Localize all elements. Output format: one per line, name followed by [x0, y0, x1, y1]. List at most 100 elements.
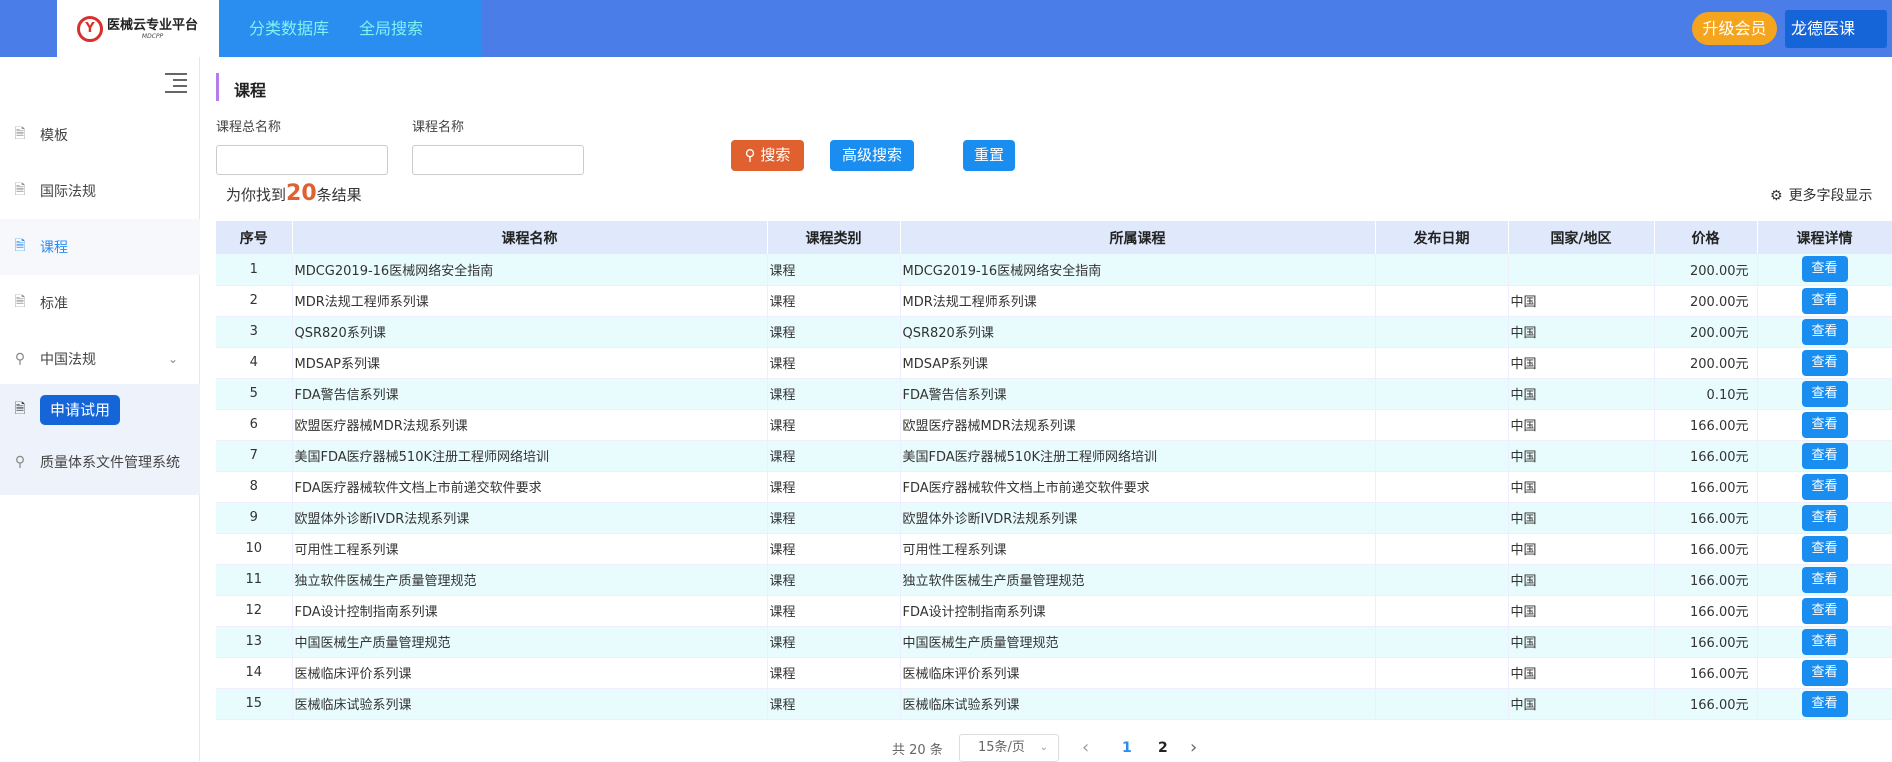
course-name-cell: MDSAP系列课 — [292, 347, 768, 379]
sidebar-item-china-regulations[interactable]: ⚲ 中国法规 ⌄ — [0, 331, 200, 387]
column-header[interactable]: 发布日期 — [1375, 221, 1509, 254]
country-cell: 中国 — [1508, 378, 1655, 410]
apply-trial-button[interactable]: 申请试用 — [40, 395, 121, 425]
row-index: 8 — [216, 471, 293, 503]
country-cell — [1508, 254, 1655, 286]
column-header[interactable]: 价格 — [1654, 221, 1758, 254]
publish-date-cell — [1375, 688, 1509, 720]
column-header[interactable]: 所属课程 — [900, 221, 1376, 254]
pager-prev-button[interactable]: ‹ — [1082, 734, 1089, 762]
price-cell: 166.00元 — [1654, 595, 1758, 627]
sidebar-item-international-regulations[interactable]: 🗎 国际法规 — [0, 163, 200, 219]
view-button[interactable]: 查看 — [1801, 535, 1848, 562]
publish-date-cell — [1375, 378, 1509, 410]
pager-page-1[interactable]: 1 — [1122, 734, 1132, 762]
sidebar-item-apply-trial[interactable]: 🗎 申请试用 — [0, 382, 200, 438]
table-row: 12 FDA设计控制指南系列课 课程 FDA设计控制指南系列课 中国 166.00元 查看 — [216, 595, 1892, 627]
logo[interactable]: Y 医械云专业平台 MDCPP — [57, 0, 219, 57]
sidebar-item-courses[interactable]: 🗎 课程 — [0, 219, 200, 275]
column-header[interactable]: 课程名称 — [292, 221, 768, 254]
course-category-cell: 课程 — [767, 595, 901, 627]
view-button[interactable]: 查看 — [1801, 349, 1848, 376]
search-button[interactable]: ⚲ 搜索 — [731, 140, 804, 171]
course-name-input[interactable] — [412, 145, 584, 175]
tab-category-database[interactable]: 分类数据库 — [219, 0, 359, 57]
view-button[interactable]: 查看 — [1801, 256, 1848, 283]
view-button[interactable]: 查看 — [1801, 597, 1848, 624]
price-cell: 166.00元 — [1654, 502, 1758, 534]
view-button[interactable]: 查看 — [1801, 690, 1848, 717]
advanced-search-button[interactable]: 高级搜索 — [830, 140, 914, 171]
document-icon: 🗎 — [14, 126, 26, 142]
parent-course-cell: 中国医械生产质量管理规范 — [900, 626, 1376, 658]
view-button[interactable]: 查看 — [1801, 411, 1848, 438]
location-icon: ⚲ — [14, 454, 26, 470]
view-button[interactable]: 查看 — [1801, 442, 1848, 469]
course-total-name-input[interactable] — [216, 145, 388, 175]
publish-date-cell — [1375, 316, 1509, 348]
parent-course-cell: 欧盟医疗器械MDR法规系列课 — [900, 409, 1376, 441]
sidebar-item-template[interactable]: 🗎 模板 — [0, 107, 200, 163]
price-cell: 166.00元 — [1654, 409, 1758, 441]
pager-next-button[interactable]: › — [1190, 734, 1197, 762]
gear-icon: ⚙ — [1770, 188, 1783, 204]
logo-subtitle: MDCPP — [141, 32, 164, 40]
user-menu-button[interactable]: 龙德医课 — [1785, 10, 1887, 48]
course-name-cell: MDCG2019-16医械网络安全指南 — [292, 254, 768, 286]
row-index: 12 — [216, 595, 293, 627]
row-index: 15 — [216, 688, 293, 720]
reset-button[interactable]: 重置 — [963, 140, 1015, 171]
column-header[interactable]: 国家/地区 — [1508, 221, 1655, 254]
course-category-cell: 课程 — [767, 409, 901, 441]
course-name-cell: 独立软件医械生产质量管理规范 — [292, 564, 768, 596]
view-button[interactable]: 查看 — [1801, 473, 1848, 500]
view-button[interactable]: 查看 — [1801, 504, 1848, 531]
row-index: 3 — [216, 316, 293, 348]
more-fields-button[interactable]: ⚙ 更多字段显示 — [1770, 185, 1873, 205]
nav-tabs: 分类数据库 全局搜索 — [219, 0, 482, 57]
parent-course-cell: MDSAP系列课 — [900, 347, 1376, 379]
pager-page-2[interactable]: 2 — [1158, 734, 1168, 762]
upgrade-member-button[interactable]: 升级会员 — [1692, 12, 1777, 45]
course-category-cell: 课程 — [767, 316, 901, 348]
table-row: 7 美国FDA医疗器械510K注册工程师网络培训 课程 美国FDA医疗器械510K注册… — [216, 440, 1892, 472]
price-cell: 166.00元 — [1654, 471, 1758, 503]
course-detail-cell: 查看 — [1757, 254, 1892, 286]
parent-course-cell: 美国FDA医疗器械510K注册工程师网络培训 — [900, 440, 1376, 472]
chevron-down-icon: ⌄ — [168, 352, 179, 366]
view-button[interactable]: 查看 — [1801, 380, 1848, 407]
result-summary: 为你找到20条结果 — [226, 181, 362, 206]
price-cell: 0.10元 — [1654, 378, 1758, 410]
view-button[interactable]: 查看 — [1801, 628, 1848, 655]
row-index: 4 — [216, 347, 293, 379]
table-row: 15 医械临床试验系列课 课程 医械临床试验系列课 中国 166.00元 查看 — [216, 688, 1892, 720]
column-header[interactable]: 课程详情 — [1757, 221, 1892, 254]
sidebar-item-label: 标准 — [40, 296, 68, 312]
sidebar-item-standards[interactable]: 🗎 标准 — [0, 275, 200, 331]
course-detail-cell: 查看 — [1757, 564, 1892, 596]
row-index: 7 — [216, 440, 293, 472]
menu-collapse-icon[interactable] — [165, 71, 189, 93]
column-header[interactable]: 序号 — [216, 221, 293, 254]
parent-course-cell: 欧盟体外诊断IVDR法规系列课 — [900, 502, 1376, 534]
column-header[interactable]: 课程类别 — [767, 221, 901, 254]
parent-course-cell: 医械临床试验系列课 — [900, 688, 1376, 720]
price-cell: 200.00元 — [1654, 285, 1758, 317]
sidebar-item-label: 质量体系文件管理系统 — [40, 455, 180, 471]
view-button[interactable]: 查看 — [1801, 318, 1848, 345]
sidebar-item-label: 国际法规 — [40, 184, 96, 200]
publish-date-cell — [1375, 502, 1509, 534]
tab-global-search[interactable]: 全局搜索 — [359, 0, 453, 57]
page-title: 课程 — [234, 81, 267, 100]
sidebar-item-label: 中国法规 — [40, 352, 96, 368]
publish-date-cell — [1375, 595, 1509, 627]
course-category-cell: 课程 — [767, 347, 901, 379]
page-size-select[interactable]: 15条/页 ⌄ — [959, 734, 1059, 762]
table-row: 11 独立软件医械生产质量管理规范 课程 独立软件医械生产质量管理规范 中国 166.00… — [216, 564, 1892, 596]
table-row: 6 欧盟医疗器械MDR法规系列课 课程 欧盟医疗器械MDR法规系列课 中国 166.00元… — [216, 409, 1892, 441]
view-button[interactable]: 查看 — [1801, 659, 1848, 686]
view-button[interactable]: 查看 — [1801, 287, 1848, 314]
view-button[interactable]: 查看 — [1801, 566, 1848, 593]
sidebar-item-quality-system[interactable]: ⚲ 质量体系文件管理系统 — [0, 434, 200, 490]
country-cell: 中国 — [1508, 409, 1655, 441]
